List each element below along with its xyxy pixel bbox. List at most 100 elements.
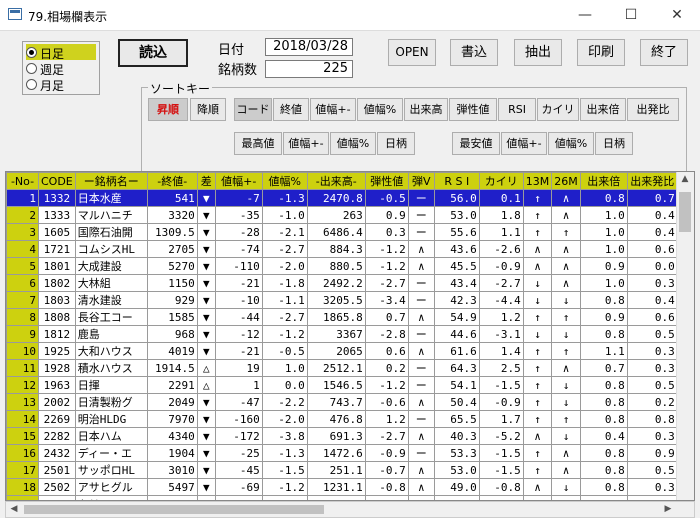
sort-low-button[interactable]: 最安値	[452, 132, 500, 155]
sort-low-change-pct-button[interactable]: 値幅%	[548, 132, 594, 155]
table-row[interactable]: 6 1802 大林組 1150 ▼ -21 -1.8 2492.2 -2.7 ー 43.4 -2.7 ↓…	[6, 274, 678, 292]
column-header[interactable]: ー銘柄名ー	[74, 172, 148, 190]
scroll-right-icon[interactable]: ▶	[660, 504, 676, 514]
table-cell: -2.0	[261, 410, 308, 428]
close-button[interactable]: ✕	[654, 0, 700, 30]
scroll-up-icon[interactable]: ▲	[677, 174, 693, 184]
column-header[interactable]: CODE	[38, 172, 76, 190]
table-row[interactable]: 15 2282 日本ハム 4340 ▼ -172 -3.8 691.3 -2.7 ∧ 40.3 -5.…	[6, 427, 678, 445]
sort-change-button[interactable]: 値幅+-	[310, 98, 356, 121]
write-button[interactable]: 書込	[450, 39, 498, 66]
sort-high-days-button[interactable]: 日柄	[377, 132, 415, 155]
table-row[interactable]: 16 2432 ディー・エ 1904 ▼ -25 -1.3 1472.6 -0.9 ー 53.3 -1…	[6, 444, 678, 462]
sort-elasticity-button[interactable]: 弾性値	[449, 98, 497, 121]
sort-high-change-button[interactable]: 値幅+-	[283, 132, 329, 155]
radio-monthly-label: 月足	[40, 79, 65, 93]
horizontal-scrollbar[interactable]: ◀ ▶	[5, 501, 695, 518]
sort-high-button[interactable]: 最高値	[234, 132, 282, 155]
column-header[interactable]: カイリ	[478, 172, 524, 190]
sort-high-change-pct-button[interactable]: 値幅%	[330, 132, 376, 155]
vertical-scrollbar[interactable]: ▲	[676, 172, 694, 500]
table-cell: ー	[407, 206, 435, 224]
sort-rsi-button[interactable]: RSI	[498, 98, 536, 121]
table-cell: ∧	[407, 240, 435, 258]
sort-asc-button[interactable]: 昇順	[148, 98, 188, 121]
table-cell: -172	[214, 427, 263, 445]
table-row[interactable]: 1 1332 日本水産 541 ▼ -7 -1.3 2470.8 -0.5 ー 56.0 0.1 ↑ ∧ 0…	[6, 189, 678, 207]
sort-vol-ratio-button[interactable]: 出来倍	[580, 98, 626, 121]
table-cell: 2.5	[478, 359, 524, 377]
sort-change-pct-button[interactable]: 値幅%	[357, 98, 403, 121]
table-row[interactable]: 4 1721 コムシスHL 2705 ▼ -74 -2.7 884.3 -1.2 ∧ 43.6 -2.…	[6, 240, 678, 258]
column-header[interactable]: -終値-	[146, 172, 198, 190]
load-button[interactable]: 読込	[118, 39, 188, 67]
table-cell: 6	[6, 274, 39, 292]
table-cell: 743.7	[306, 393, 366, 411]
sort-low-change-button[interactable]: 値幅+-	[501, 132, 547, 155]
table-row[interactable]: 14 2269 明治HLDG 7970 ▼ -160 -2.0 476.8 1.2 ー 65.5 1.…	[6, 410, 678, 428]
table-row[interactable]: 5 1801 大成建設 5270 ▼ -110 -2.0 880.5 -1.2 ∧ 45.5 -0.9…	[6, 257, 678, 275]
column-header[interactable]: -出来高-	[306, 172, 366, 190]
column-header[interactable]: 弾性値	[364, 172, 409, 190]
sort-desc-button[interactable]: 降順	[190, 98, 226, 121]
horizontal-scroll-thumb[interactable]	[24, 505, 324, 514]
table-row[interactable]: 9 1812 鹿島 968 ▼ -12 -1.2 3367 -2.8 ー 44.6 -3.1 ↓ ↓ 0.8…	[6, 325, 678, 343]
print-button[interactable]: 印刷	[577, 39, 625, 66]
table-cell: 2269	[38, 410, 76, 428]
table-cell: 1332	[38, 189, 76, 207]
table-cell: -28	[214, 223, 263, 241]
table-row[interactable]: 11 1928 積水ハウス 1914.5 △ 19 1.0 2512.1 0.2 ー 64.3 2.5…	[6, 359, 678, 377]
table-row[interactable]: 10 1925 大和ハウス 4019 ▼ -21 -0.5 2065 0.6 ∧ 61.6 1.4 ↑ ↑…	[6, 342, 678, 360]
sort-volume-button[interactable]: 出来高	[404, 98, 448, 121]
column-header[interactable]: 弾V	[407, 172, 435, 190]
maximize-button[interactable]: ☐	[608, 0, 654, 30]
extract-button[interactable]: 抽出	[514, 39, 562, 66]
table-row[interactable]: 3 1605 国際石油開 1309.5 ▼ -28 -2.1 6486.4 0.3 ー 55.6 1.…	[6, 223, 678, 241]
column-header[interactable]: -No-	[6, 172, 39, 190]
sort-vol-start-button[interactable]: 出発比	[627, 98, 679, 121]
radio-daily[interactable]: 日足	[26, 44, 96, 61]
table-row[interactable]: 2 1333 マルハニチ 3320 ▼ -35 -1.0 263 0.9 ー 53.0 1.8 ↑ ∧ 1.…	[6, 206, 678, 224]
table-cell: 1928	[38, 359, 76, 377]
table-cell: 0.7	[364, 308, 409, 326]
table-cell: 0.8	[579, 291, 628, 309]
table-cell: ー	[407, 223, 435, 241]
quote-grid[interactable]: -No- CODE ー銘柄名ー -終値- 差値幅+- 値幅% -出来高- 弾性値 弾V R S I…	[5, 171, 695, 501]
table-cell: 3320	[146, 206, 198, 224]
table-cell: -0.9	[478, 393, 524, 411]
table-row[interactable]: 7 1803 清水建設 929 ▼ -10 -1.1 3205.5 -3.4 ー 42.3 -4.4 ↓…	[6, 291, 678, 309]
column-header[interactable]: 13M	[522, 172, 553, 190]
vertical-scroll-thumb[interactable]	[679, 192, 691, 232]
column-header[interactable]: 出来倍	[579, 172, 628, 190]
table-cell: 64.3	[433, 359, 480, 377]
table-row[interactable]: 13 2002 日清製粉グ 2049 ▼ -47 -2.2 743.7 -0.6 ∧ 50.4 -0.…	[6, 393, 678, 411]
radio-weekly[interactable]: 週足	[26, 60, 96, 77]
column-header[interactable]: 出来発比	[626, 172, 678, 190]
table-cell: 0.3	[626, 359, 678, 377]
column-header[interactable]: 値幅+-	[214, 172, 263, 190]
count-field: 225	[265, 60, 353, 78]
table-cell: 14	[6, 410, 39, 428]
table-row[interactable]: 12 1963 日揮 2291 △ 1 0.0 1546.5 -1.2 ー 54.1 -1.5 ↑ ↓ 0.…	[6, 376, 678, 394]
minimize-button[interactable]: —	[562, 0, 608, 30]
table-row[interactable]: 17 2501 サッポロHL 3010 ▼ -45 -1.5 251.1 -0.7 ∧ 53.0 -1…	[6, 461, 678, 479]
date-field[interactable]: 2018/03/28	[265, 38, 353, 56]
column-header[interactable]: 差	[196, 172, 216, 190]
table-cell: -69	[214, 478, 263, 496]
column-header[interactable]: 26M	[551, 172, 581, 190]
scroll-left-icon[interactable]: ◀	[6, 504, 22, 514]
sort-code-button[interactable]: コード	[234, 98, 272, 121]
sort-close-button[interactable]: 終値	[273, 98, 309, 121]
open-button[interactable]: OPEN	[388, 39, 436, 66]
table-row[interactable]: 18 2502 アサヒグル 5497 ▼ -69 -1.2 1231.1 -0.8 ∧ 49.0 -0…	[6, 478, 678, 496]
column-header[interactable]: 値幅%	[261, 172, 308, 190]
sort-low-days-button[interactable]: 日柄	[595, 132, 633, 155]
table-row[interactable]: 8 1808 長谷工コー 1585 ▼ -44 -2.7 1865.8 0.7 ∧ 54.9 1.2 ↑…	[6, 308, 678, 326]
table-cell: 0.2	[364, 359, 409, 377]
table-cell: -1.8	[261, 274, 308, 292]
sort-kairi-button[interactable]: カイリ	[537, 98, 579, 121]
column-header[interactable]: R S I	[433, 172, 480, 190]
exit-button[interactable]: 終了	[640, 39, 688, 66]
radio-monthly[interactable]: 月足	[26, 76, 96, 93]
table-cell: 1.2	[364, 410, 409, 428]
